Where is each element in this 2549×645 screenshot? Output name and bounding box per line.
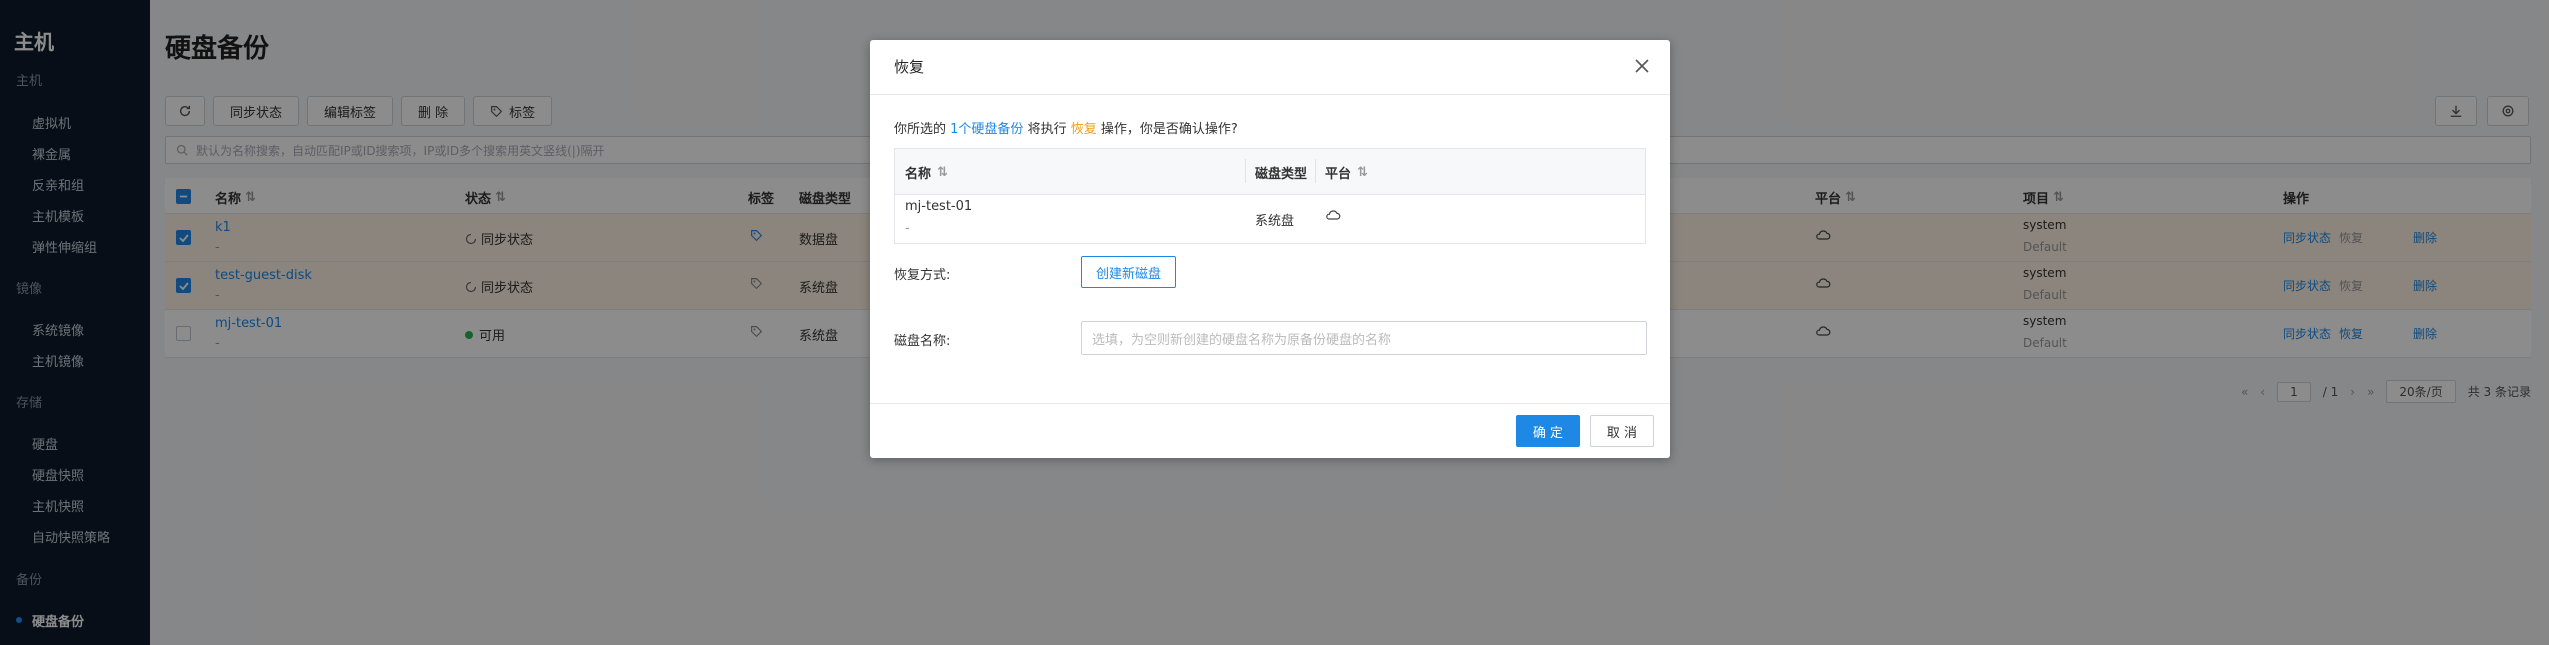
restore-method-label: 恢复方式:	[894, 268, 951, 283]
dialog-title: 恢复	[894, 58, 925, 76]
selected-column-platform-label: 平台	[1325, 167, 1352, 182]
disk-name-input[interactable]: 选填，为空则新创建的硬盘名称为原备份硬盘的名称	[1081, 321, 1647, 355]
column-divider	[1245, 159, 1246, 183]
selected-column-platform[interactable]: 平台 ⇅	[1325, 163, 1368, 182]
selected-row-disk-type: 系统盘	[1255, 214, 1295, 229]
close-icon	[1635, 59, 1649, 73]
selected-row-sub: -	[905, 221, 910, 236]
close-button[interactable]	[1630, 54, 1654, 78]
confirm-button[interactable]: 确 定	[1516, 415, 1580, 447]
confirm-action: 恢复	[1070, 122, 1097, 137]
selected-row-platform	[1325, 208, 1341, 226]
dialog-footer: 确 定 取 消	[870, 403, 1670, 458]
selected-table-header: 名称 ⇅ 磁盘类型 平台 ⇅	[895, 149, 1645, 195]
confirm-suffix: 操作，你是否确认操作?	[1100, 122, 1238, 137]
confirm-prefix: 你所选的	[894, 122, 947, 137]
confirm-count: 1个硬盘备份	[950, 122, 1024, 137]
selected-backup-table: 名称 ⇅ 磁盘类型 平台 ⇅ mj-test-01 - 系统盘	[894, 148, 1646, 244]
selected-column-name-label: 名称	[905, 167, 932, 182]
sort-icon: ⇅	[937, 165, 948, 180]
cancel-button[interactable]: 取 消	[1590, 415, 1654, 447]
selected-column-disk-type: 磁盘类型	[1255, 167, 1308, 182]
selected-row: mj-test-01 - 系统盘	[895, 195, 1645, 243]
confirm-message: 你所选的 1个硬盘备份 将执行 恢复 操作，你是否确认操作?	[894, 118, 1238, 137]
create-new-disk-button[interactable]: 创建新磁盘	[1081, 256, 1177, 288]
restore-dialog: 恢复 你所选的 1个硬盘备份 将执行 恢复 操作，你是否确认操作? 名称 ⇅ 磁盘…	[870, 40, 1670, 458]
selected-row-name: mj-test-01	[905, 199, 973, 214]
column-divider	[1315, 159, 1316, 183]
confirm-mid: 将执行	[1027, 122, 1067, 137]
sort-icon: ⇅	[1357, 165, 1368, 180]
cloud-platform-icon	[1326, 210, 1341, 220]
disk-name-label: 磁盘名称:	[894, 334, 951, 349]
dialog-header: 恢复	[870, 40, 1670, 95]
selected-column-name[interactable]: 名称 ⇅	[905, 163, 948, 182]
